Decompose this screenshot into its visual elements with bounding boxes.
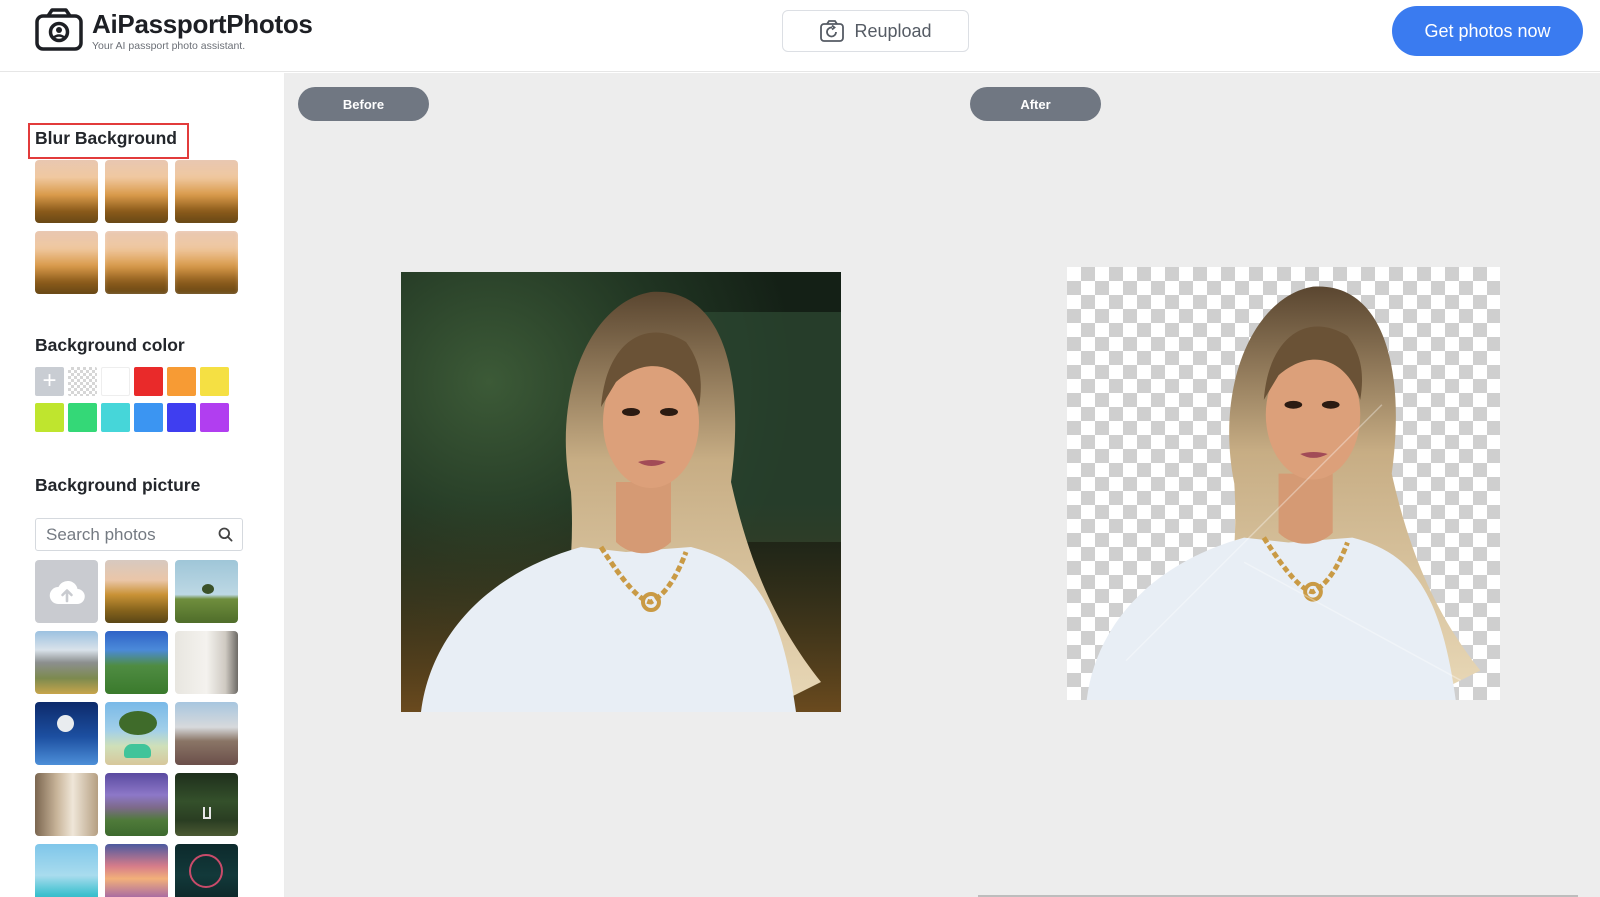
brand-name: AiPassportPhotos bbox=[92, 8, 313, 39]
picture-green-car-tree[interactable] bbox=[105, 702, 168, 765]
get-photos-now-button[interactable]: Get photos now bbox=[1392, 6, 1583, 56]
brand-tagline: Your AI passport photo assistant. bbox=[92, 39, 246, 52]
preview-workspace: Before After bbox=[285, 73, 1600, 897]
swatch-white[interactable] bbox=[101, 367, 130, 396]
swatch-green[interactable] bbox=[68, 403, 97, 432]
swatch-yellow[interactable] bbox=[200, 367, 229, 396]
search-photos-input[interactable] bbox=[46, 524, 206, 546]
background-picture-title: Background picture bbox=[35, 475, 201, 495]
swatch-blue[interactable] bbox=[134, 403, 163, 432]
upload-picture-button[interactable] bbox=[35, 560, 98, 623]
blur-option-4[interactable] bbox=[35, 231, 98, 294]
blur-option-5[interactable] bbox=[105, 231, 168, 294]
picture-garden-chair[interactable] bbox=[175, 773, 238, 836]
picture-moon-sky[interactable] bbox=[35, 702, 98, 765]
swatch-cyan[interactable] bbox=[101, 403, 130, 432]
background-color-title: Background color bbox=[35, 335, 185, 355]
picture-sunny-window[interactable] bbox=[35, 773, 98, 836]
picture-pink-sunset[interactable] bbox=[105, 844, 168, 897]
camera-logo-icon bbox=[35, 8, 83, 51]
blur-option-6[interactable] bbox=[175, 231, 238, 294]
picture-ferris-wheel-night[interactable] bbox=[175, 844, 238, 897]
search-photos-box bbox=[35, 518, 243, 551]
picture-lavender-field[interactable] bbox=[175, 702, 238, 765]
after-photo bbox=[1067, 267, 1500, 700]
top-bar: AiPassportPhotos Your AI passport photo … bbox=[0, 0, 1600, 72]
blur-background-title: Blur Background bbox=[35, 128, 177, 148]
before-label: Before bbox=[298, 87, 429, 121]
before-photo bbox=[401, 272, 841, 712]
reupload-label: Reupload bbox=[854, 20, 932, 41]
swatch-indigo[interactable] bbox=[167, 403, 196, 432]
camera-refresh-icon bbox=[820, 20, 845, 42]
picture-tropical-beach[interactable] bbox=[35, 844, 98, 897]
portrait-background-removed bbox=[1086, 286, 1481, 700]
after-label: After bbox=[970, 87, 1101, 121]
editor-sidebar: Blur Background Background color + Backg… bbox=[0, 73, 285, 897]
picture-balloon-field[interactable] bbox=[105, 560, 168, 623]
swatch-purple[interactable] bbox=[200, 403, 229, 432]
add-color-button[interactable]: + bbox=[35, 367, 64, 396]
swatch-transparent[interactable] bbox=[68, 367, 97, 396]
portrait-original bbox=[401, 272, 841, 712]
picture-purple-mountain-sunset[interactable] bbox=[105, 773, 168, 836]
picture-green-valley[interactable] bbox=[105, 631, 168, 694]
picture-indoor-shelf[interactable] bbox=[175, 631, 238, 694]
logo[interactable]: AiPassportPhotos Your AI passport photo … bbox=[34, 8, 313, 52]
blur-option-2[interactable] bbox=[105, 160, 168, 223]
picture-mountain-peaks[interactable] bbox=[35, 631, 98, 694]
search-icon[interactable] bbox=[218, 527, 233, 542]
blur-option-3[interactable] bbox=[175, 160, 238, 223]
swatch-lime[interactable] bbox=[35, 403, 64, 432]
reupload-button[interactable]: Reupload bbox=[782, 10, 969, 52]
picture-lone-tree-field[interactable] bbox=[175, 560, 238, 623]
blur-option-1[interactable] bbox=[35, 160, 98, 223]
cloud-upload-icon bbox=[49, 580, 85, 604]
swatch-red[interactable] bbox=[134, 367, 163, 396]
swatch-orange[interactable] bbox=[167, 367, 196, 396]
